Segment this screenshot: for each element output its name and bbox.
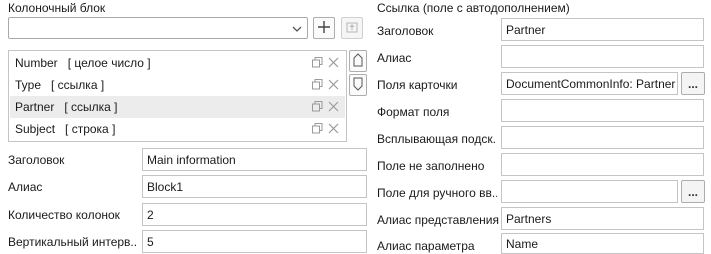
- view-alias-label: Алиас представления: [377, 213, 499, 227]
- close-icon[interactable]: [328, 101, 339, 115]
- alias-label: Алиас: [8, 180, 43, 194]
- chevron-down-icon[interactable]: [292, 23, 302, 37]
- field-format-label: Формат поля: [377, 105, 450, 119]
- close-icon[interactable]: [328, 79, 339, 93]
- list-item[interactable]: Type [ ссылка ]: [10, 74, 345, 96]
- move-up-button[interactable]: [349, 50, 367, 72]
- copy-icon[interactable]: [312, 79, 323, 93]
- list-item[interactable]: Subject [ строка ]: [10, 118, 345, 140]
- header-label: Заголовок: [8, 153, 65, 167]
- vertical-interval-label: Вертикальный интерв...: [8, 235, 138, 249]
- right-header-label: Заголовок: [377, 24, 434, 38]
- add-column-button[interactable]: [313, 17, 335, 39]
- card-fields-input[interactable]: DocumentCommonInfo: Partner: [501, 72, 678, 95]
- plus-icon: [317, 20, 331, 37]
- columns-list: Number [ целое число ] Type [ ссылка ] P…: [8, 50, 347, 142]
- field-format-input[interactable]: [501, 99, 704, 122]
- left-section-title: Колоночный блок: [8, 1, 106, 15]
- copy-icon[interactable]: [312, 123, 323, 137]
- column-type: [ строка ]: [65, 122, 116, 136]
- move-down-button[interactable]: [349, 74, 367, 96]
- column-name: Subject: [15, 122, 56, 136]
- manual-input-field[interactable]: [501, 180, 678, 203]
- column-type: [ целое число ]: [67, 56, 151, 70]
- column-count-label: Количество колонок: [8, 208, 120, 222]
- empty-field-input[interactable]: [501, 153, 704, 176]
- column-count-input[interactable]: 2: [142, 203, 367, 226]
- right-alias-label: Алиас: [377, 51, 412, 65]
- column-name: Number: [15, 56, 58, 70]
- parameter-alias-label: Алиас параметра: [377, 239, 475, 253]
- right-alias-input[interactable]: [501, 45, 704, 68]
- arrow-up-icon: [353, 52, 363, 70]
- header-input[interactable]: Main information: [142, 148, 367, 171]
- copy-icon[interactable]: [312, 101, 323, 115]
- right-header-input[interactable]: Partner: [501, 18, 704, 41]
- import-icon: [345, 20, 359, 37]
- column-type: [ ссылка ]: [51, 78, 105, 92]
- vertical-interval-input[interactable]: 5: [142, 230, 367, 253]
- import-column-button[interactable]: [341, 17, 363, 39]
- arrow-down-icon: [353, 77, 363, 94]
- card-fields-browse-button[interactable]: ...: [681, 72, 705, 95]
- column-block-combo[interactable]: [8, 17, 308, 39]
- list-item[interactable]: Number [ целое число ]: [10, 52, 345, 74]
- close-icon[interactable]: [328, 123, 339, 137]
- column-name: Type: [15, 78, 42, 92]
- alias-input[interactable]: Block1: [142, 175, 367, 198]
- list-item[interactable]: Partner [ ссылка ]: [10, 96, 345, 118]
- column-name: Partner: [15, 100, 55, 114]
- manual-input-browse-button[interactable]: ...: [681, 180, 705, 203]
- view-alias-input[interactable]: Partners: [501, 207, 704, 230]
- tooltip-input[interactable]: [501, 126, 704, 149]
- tooltip-label: Всплывающая подск...: [377, 132, 497, 146]
- column-type: [ ссылка ]: [64, 100, 118, 114]
- copy-icon[interactable]: [312, 57, 323, 71]
- parameter-alias-input[interactable]: Name: [501, 233, 704, 254]
- empty-field-label: Поле не заполнено: [377, 159, 485, 173]
- close-icon[interactable]: [328, 57, 339, 71]
- manual-input-label: Поле для ручного вв...: [377, 186, 497, 200]
- card-fields-label: Поля карточки: [377, 78, 458, 92]
- right-section-title: Ссылка (поле с автодополнением): [377, 1, 570, 15]
